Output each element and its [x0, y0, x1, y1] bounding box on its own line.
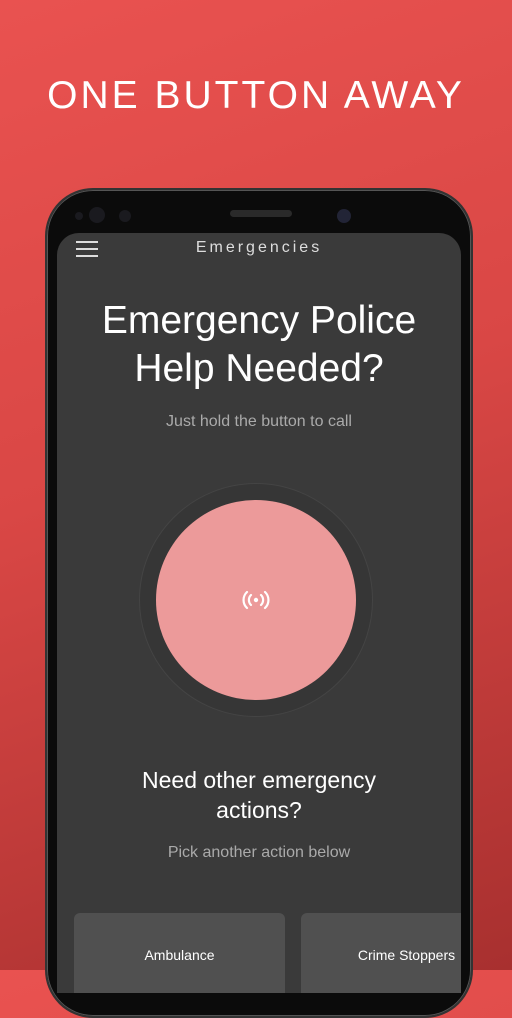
broadcast-icon [242, 590, 270, 610]
app-screen: Emergencies Emergency Police Help Needed… [57, 233, 461, 993]
other-actions-hint: Pick another action below [167, 844, 351, 861]
action-card-ambulance[interactable]: Ambulance [74, 913, 285, 993]
hold-hint: Just hold the button to call [166, 413, 352, 430]
heading-line: actions? [216, 797, 302, 823]
front-camera-icon [337, 209, 351, 223]
other-actions-heading: Need other emergency actions? [57, 765, 461, 825]
sensor-icon [75, 212, 83, 220]
sensor-icon [89, 207, 105, 223]
action-card-crime-stoppers[interactable]: Crime Stoppers [301, 913, 461, 993]
page-heading: Emergency Police Help Needed? [57, 297, 461, 393]
action-label: Crime Stoppers [357, 947, 456, 963]
app-bar: Emergencies [57, 233, 461, 263]
promo-headline: ONE BUTTON AWAY [47, 74, 465, 117]
heading-line: Emergency Police [101, 299, 417, 342]
app-title: Emergencies [195, 239, 323, 256]
heading-line: Need other emergency [142, 767, 376, 793]
call-button-ring [139, 483, 373, 717]
sensor-icon [119, 210, 131, 222]
emergency-call-button[interactable] [156, 500, 356, 700]
heading-line: Help Needed? [134, 347, 384, 390]
action-label: Ambulance [144, 947, 215, 963]
phone-speaker [230, 210, 292, 217]
